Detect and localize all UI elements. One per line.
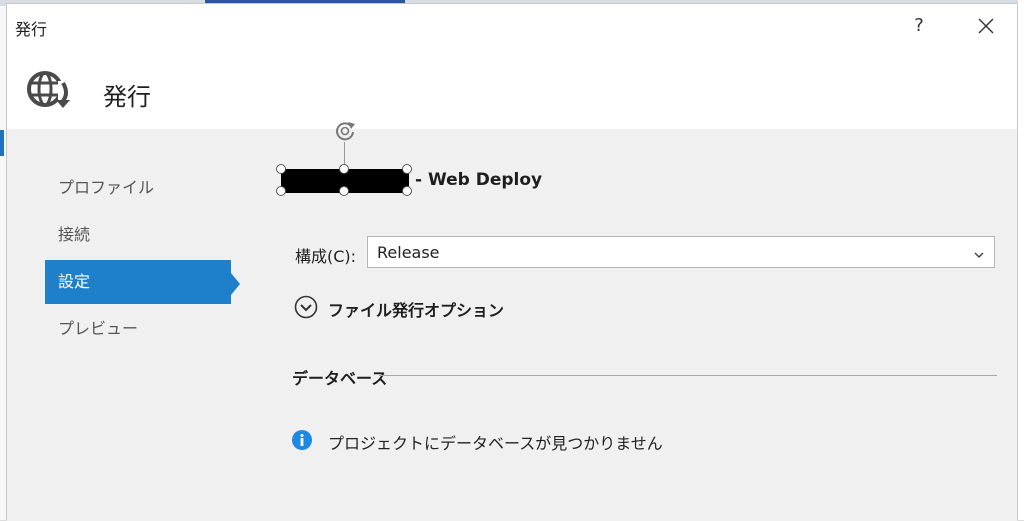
chevron-down-icon	[974, 245, 984, 259]
section-divider	[379, 375, 997, 376]
globe-publish-icon	[25, 67, 75, 111]
expand-options-button[interactable]	[294, 295, 318, 319]
publish-dialog: 発行 ? 発行 プロファイル 接続 設定 プレビュー - Web Deploy …	[6, 3, 1018, 521]
resize-handle-bottom-right[interactable]	[402, 186, 412, 196]
dialog-header: 発行	[7, 49, 1017, 129]
info-icon	[291, 429, 313, 451]
nav-item-preview[interactable]: プレビュー	[45, 307, 231, 351]
no-database-message: プロジェクトにデータベースが見つかりません	[328, 434, 663, 453]
chevron-circle-down-icon	[294, 295, 318, 319]
background-window-selection	[0, 130, 4, 156]
file-publish-options-label[interactable]: ファイル発行オプション	[328, 297, 504, 321]
help-button[interactable]: ?	[903, 12, 935, 40]
resize-handle-top-left[interactable]	[276, 164, 286, 174]
title-bar: 発行 ?	[7, 4, 1017, 49]
database-section-header: データベース	[292, 369, 388, 388]
rotate-handle-icon[interactable]	[333, 119, 357, 143]
background-window-right	[1018, 0, 1024, 520]
close-icon	[978, 18, 994, 34]
configuration-dropdown[interactable]: Release	[367, 236, 995, 268]
nav-item-profile[interactable]: プロファイル	[45, 166, 231, 210]
close-button[interactable]	[969, 12, 1003, 40]
resize-handle-top-right[interactable]	[402, 164, 412, 174]
resize-handle-bottom-left[interactable]	[276, 186, 286, 196]
resize-handle-top[interactable]	[339, 164, 349, 174]
page-title: 発行	[103, 83, 151, 111]
nav-active-arrow	[231, 273, 240, 295]
nav-item-settings[interactable]: 設定	[45, 260, 231, 304]
nav-item-connection[interactable]: 接続	[45, 213, 231, 257]
configuration-value: Release	[377, 243, 440, 262]
profile-title-suffix: - Web Deploy	[415, 170, 543, 190]
configuration-label: 構成(C):	[295, 247, 357, 266]
settings-content: プロファイル 接続 設定 プレビュー - Web Deploy 構成(C): R…	[7, 122, 1017, 521]
window-title: 発行	[15, 20, 48, 39]
resize-handle-bottom[interactable]	[339, 186, 349, 196]
